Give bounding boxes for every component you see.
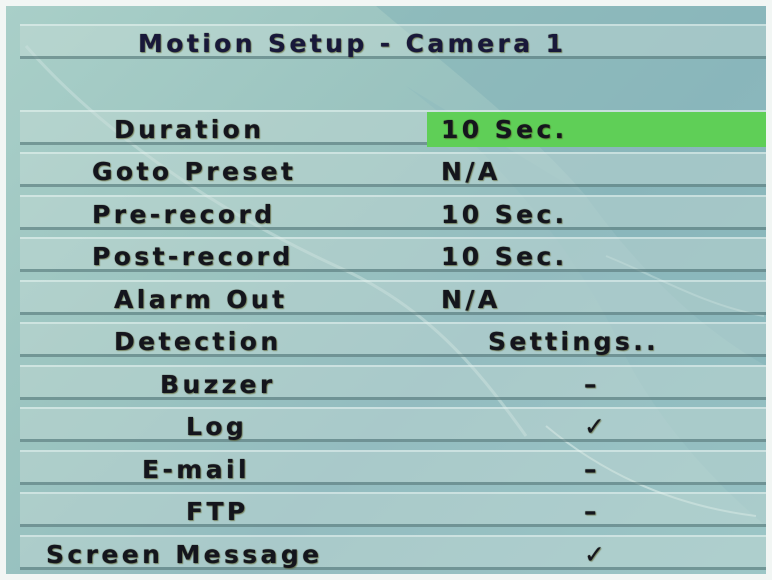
goto-preset-label: Goto Preset xyxy=(92,157,297,186)
menu-row-goto-preset[interactable]: Goto Preset N/A xyxy=(20,152,766,187)
ftp-label: FTP xyxy=(186,497,249,526)
menu-row-detection[interactable]: Detection Settings.. xyxy=(20,322,766,357)
menu-row-screen-message[interactable]: Screen Message ✓ xyxy=(20,535,766,570)
alarm-out-label: Alarm Out xyxy=(114,285,288,314)
screen-message-checkmark-icon[interactable]: ✓ xyxy=(584,540,608,570)
menu-row-duration[interactable]: Duration 10 Sec. xyxy=(20,110,766,147)
buzzer-off-indicator[interactable]: – xyxy=(584,370,600,400)
duration-value[interactable]: 10 Sec. xyxy=(441,115,568,145)
menu-row-pre-record[interactable]: Pre-record 10 Sec. xyxy=(20,195,766,230)
pre-record-label: Pre-record xyxy=(92,200,276,229)
detection-settings-button[interactable]: Settings.. xyxy=(488,327,659,357)
menu-row-log[interactable]: Log ✓ xyxy=(20,407,766,442)
log-checkmark-icon[interactable]: ✓ xyxy=(584,412,608,442)
menu-title: Motion Setup - Camera 1 xyxy=(138,29,567,58)
post-record-label: Post-record xyxy=(92,242,294,271)
menu-row-post-record[interactable]: Post-record 10 Sec. xyxy=(20,237,766,272)
post-record-value[interactable]: 10 Sec. xyxy=(441,242,568,272)
menu-row-buzzer[interactable]: Buzzer – xyxy=(20,365,766,400)
menu-row-ftp[interactable]: FTP – xyxy=(20,492,766,527)
buzzer-label: Buzzer xyxy=(160,370,276,399)
ftp-off-indicator[interactable]: – xyxy=(584,497,600,527)
menu-row-email[interactable]: E-mail – xyxy=(20,450,766,485)
detection-label: Detection xyxy=(114,327,282,356)
screen-message-label: Screen Message xyxy=(46,540,323,569)
osd-screen: Motion Setup - Camera 1 Duration 10 Sec.… xyxy=(6,6,766,574)
duration-label: Duration xyxy=(114,115,265,144)
email-off-indicator[interactable]: – xyxy=(584,455,600,485)
email-label: E-mail xyxy=(142,455,250,484)
menu-title-bar: Motion Setup - Camera 1 xyxy=(20,24,766,59)
pre-record-value[interactable]: 10 Sec. xyxy=(441,200,568,230)
log-label: Log xyxy=(186,412,248,441)
alarm-out-value[interactable]: N/A xyxy=(441,285,501,315)
menu-row-alarm-out[interactable]: Alarm Out N/A xyxy=(20,280,766,315)
goto-preset-value[interactable]: N/A xyxy=(441,157,501,187)
